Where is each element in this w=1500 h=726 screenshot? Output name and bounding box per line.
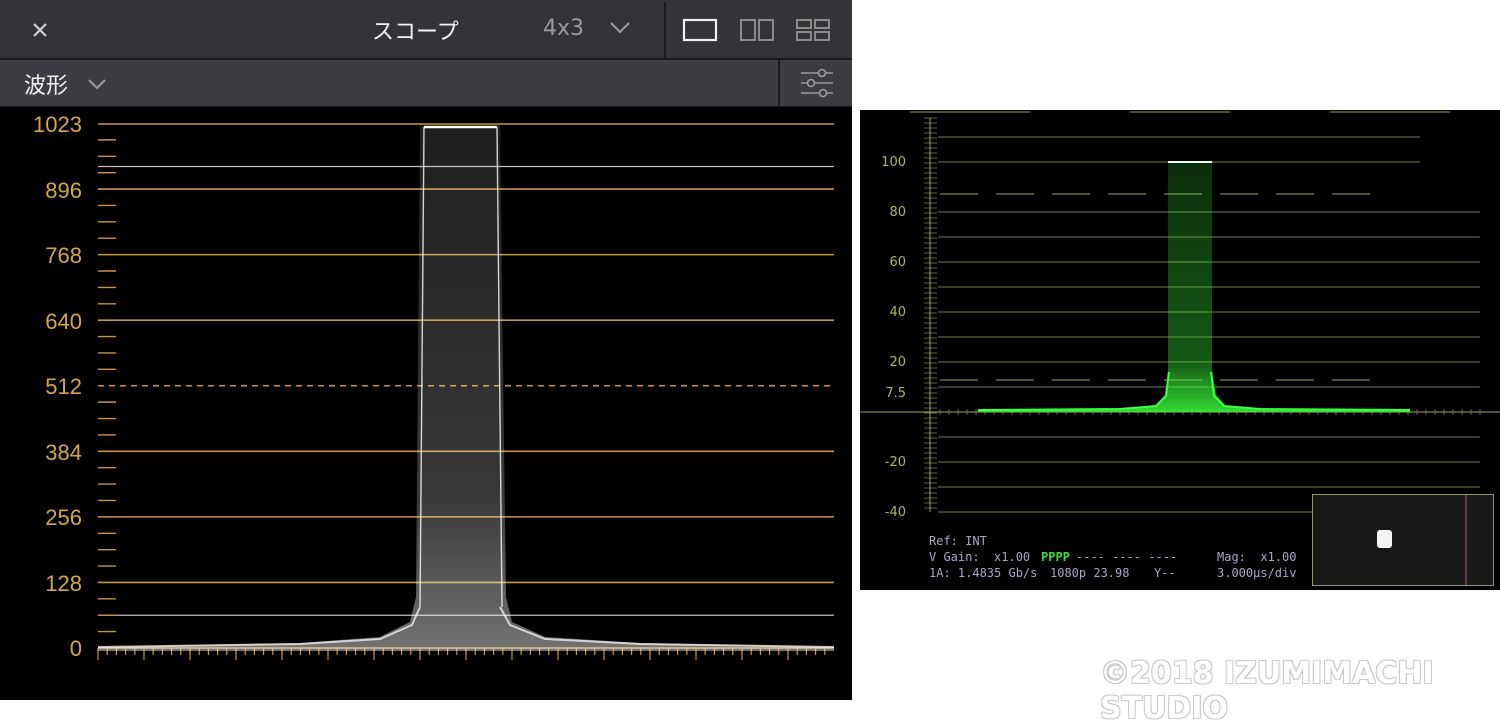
waveform-scope-panel: スコープ 4x3 波形 1023 896 768 640 512 384 256… [0,0,852,700]
y-axis-label: 896 [45,178,82,203]
scope-type-select[interactable]: 波形 [24,68,68,100]
vgain-readout: V Gain: x1.00 [929,550,1031,564]
scope-type-bar: 波形 [0,60,852,107]
dual-view-icon[interactable] [737,15,777,45]
thumbnail-image [1313,495,1493,585]
waveform-plot: 1023 896 768 640 512 384 256 128 0 [0,107,852,700]
scale-label: 40 [889,305,906,320]
y-axis-label: 512 [45,374,82,399]
y-axis-label: 640 [45,309,82,334]
scope-toolbar: スコープ 4x3 [0,0,852,60]
picture-thumbnail [1312,494,1494,586]
scope-settings-button[interactable] [778,60,854,106]
pppp-indicator: PPPP [1041,550,1070,564]
format-readout: 1080p 23.98 [1050,566,1130,580]
y-axis-label: 768 [45,243,82,268]
y-axis-label: 1023 [33,112,82,137]
y-axis-label: 128 [45,571,82,596]
chevron-down-icon[interactable] [608,16,632,40]
toolbar-divider [664,2,666,58]
close-icon [33,23,47,37]
waveform-trace-base [98,125,834,651]
chevron-down-icon[interactable] [86,73,108,95]
close-button[interactable] [22,12,58,48]
waveform-graticule [97,123,835,660]
y-mode-readout: Y-- [1154,566,1176,580]
y-axis-label: 256 [45,505,82,530]
quad-view-icon[interactable] [793,15,833,45]
copyright-watermark: ©2018 IZUMIMACHI STUDIO [1100,656,1434,726]
grid-mode-select[interactable]: 4x3 [543,16,584,41]
scale-label: 60 [889,255,906,270]
scale-label: -40 [884,505,906,520]
scale-label: -20 [884,455,906,470]
mag-readout: Mag: x1.00 [1217,550,1297,564]
scale-label: 80 [889,205,906,220]
sliders-icon [801,68,833,98]
external-waveform-monitor: 100 80 60 40 20 7.5 -20 -40 Ref: INT V G… [860,110,1500,590]
single-view-icon[interactable] [680,15,720,45]
timebase-readout: 3.000μs/div [1217,566,1297,580]
link-readout: 1A: 1.4835 Gb/s [929,566,1038,580]
scale-label: 7.5 [885,386,906,401]
scale-label: 100 [881,155,906,170]
status-dashes: ---- ---- ---- [1076,550,1178,564]
y-axis-label: 0 [69,636,82,661]
scope-title: スコープ [372,20,459,45]
scale-label: 20 [889,355,906,370]
y-axis-label: 384 [45,440,82,465]
ref-readout: Ref: INT [929,534,987,548]
